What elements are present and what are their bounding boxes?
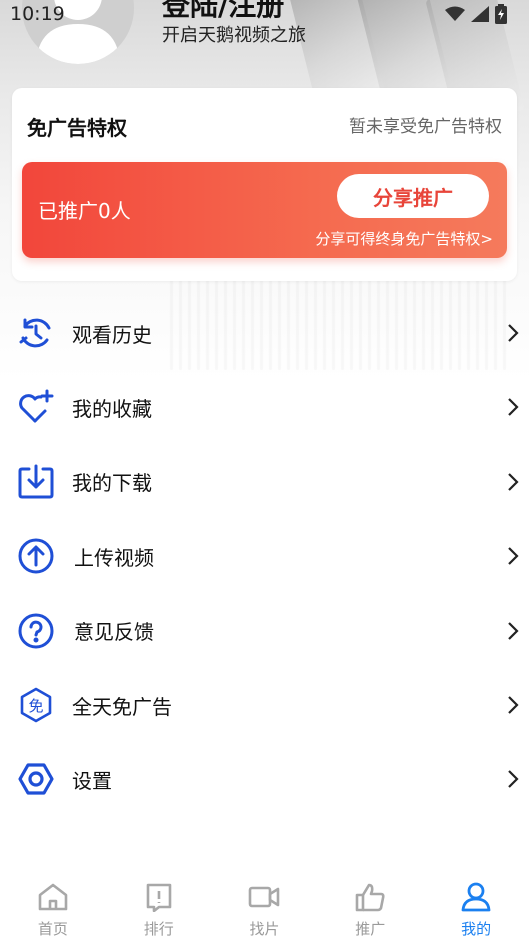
chevron-right-icon — [508, 696, 519, 714]
menu-item-feedback[interactable]: 意见反馈 — [0, 594, 529, 668]
chevron-right-icon — [508, 398, 519, 417]
share-promote-button[interactable]: 分享推广 — [337, 174, 489, 218]
video-camera-icon — [249, 886, 280, 908]
ranking-icon — [146, 883, 171, 912]
tab-home[interactable]: 首页 — [0, 872, 106, 945]
tab-label: 首页 — [37, 920, 68, 938]
tab-label: 找片 — [249, 920, 280, 938]
status-time: 10:19 — [10, 3, 65, 25]
ad-free-title: 免广告特权 — [27, 116, 127, 140]
menu-label: 设置 — [72, 769, 112, 794]
menu-label: 我的下载 — [72, 471, 152, 496]
wifi-icon — [445, 6, 465, 21]
menu-item-favorites[interactable]: 我的收藏 — [0, 370, 529, 444]
tab-ranking[interactable]: 排行 — [106, 872, 212, 945]
menu-item-settings[interactable]: 设置 — [0, 742, 529, 816]
thumbs-up-icon — [355, 883, 385, 912]
user-icon — [461, 882, 491, 912]
chevron-right-icon — [508, 547, 519, 565]
signal-icon — [471, 6, 489, 22]
menu-item-ad-free[interactable]: 免 全天免广告 — [0, 668, 529, 742]
tab-find[interactable]: 找片 — [212, 872, 318, 945]
menu-label: 我的收藏 — [72, 397, 152, 422]
download-icon — [18, 464, 54, 499]
chevron-right-icon — [508, 473, 519, 491]
chevron-right-icon — [508, 621, 519, 640]
home-icon — [38, 883, 68, 911]
tab-label: 推广 — [355, 920, 386, 938]
history-icon — [19, 318, 51, 348]
menu-label: 意见反馈 — [74, 620, 154, 645]
menu-item-history[interactable]: 观看历史 — [0, 296, 529, 370]
menu-label: 全天免广告 — [72, 694, 172, 719]
chevron-right-icon — [508, 324, 519, 342]
svg-text:免: 免 — [28, 697, 43, 715]
question-icon — [18, 613, 54, 649]
menu-item-upload[interactable]: 上传视频 — [0, 519, 529, 593]
ad-free-icon: 免 — [20, 687, 52, 723]
battery-icon — [495, 4, 507, 24]
tab-label: 排行 — [143, 920, 174, 938]
promo-banner[interactable]: 已推广0人 分享推广 分享可得终身免广告特权> — [22, 162, 507, 258]
ad-free-status: 暂未享受免广告特权 — [349, 117, 502, 137]
upload-icon — [18, 538, 54, 574]
status-bar: 10:19 — [0, 0, 529, 28]
tab-mine[interactable]: 我的 — [423, 872, 529, 945]
tab-label: 我的 — [461, 920, 492, 938]
promoted-count: 已推广0人 — [38, 199, 131, 223]
menu-item-downloads[interactable]: 我的下载 — [0, 445, 529, 519]
menu-list: 观看历史 我的收藏 我的下载 上传视频 意见反馈 免 全天免广告 设置 — [0, 296, 529, 817]
chevron-right-icon — [508, 770, 519, 789]
ad-free-card: 免广告特权 暂未享受免广告特权 已推广0人 分享推广 分享可得终身免广告特权> — [12, 88, 517, 281]
settings-icon — [18, 763, 54, 795]
share-tip-link[interactable]: 分享可得终身免广告特权> — [315, 228, 493, 249]
status-icons — [445, 4, 507, 24]
tab-promote[interactable]: 推广 — [317, 872, 423, 945]
menu-label: 上传视频 — [74, 545, 154, 570]
menu-label: 观看历史 — [72, 322, 152, 347]
bottom-tab-bar: 首页 排行 找片 推广 我的 — [0, 872, 529, 945]
heart-plus-icon — [19, 389, 54, 423]
